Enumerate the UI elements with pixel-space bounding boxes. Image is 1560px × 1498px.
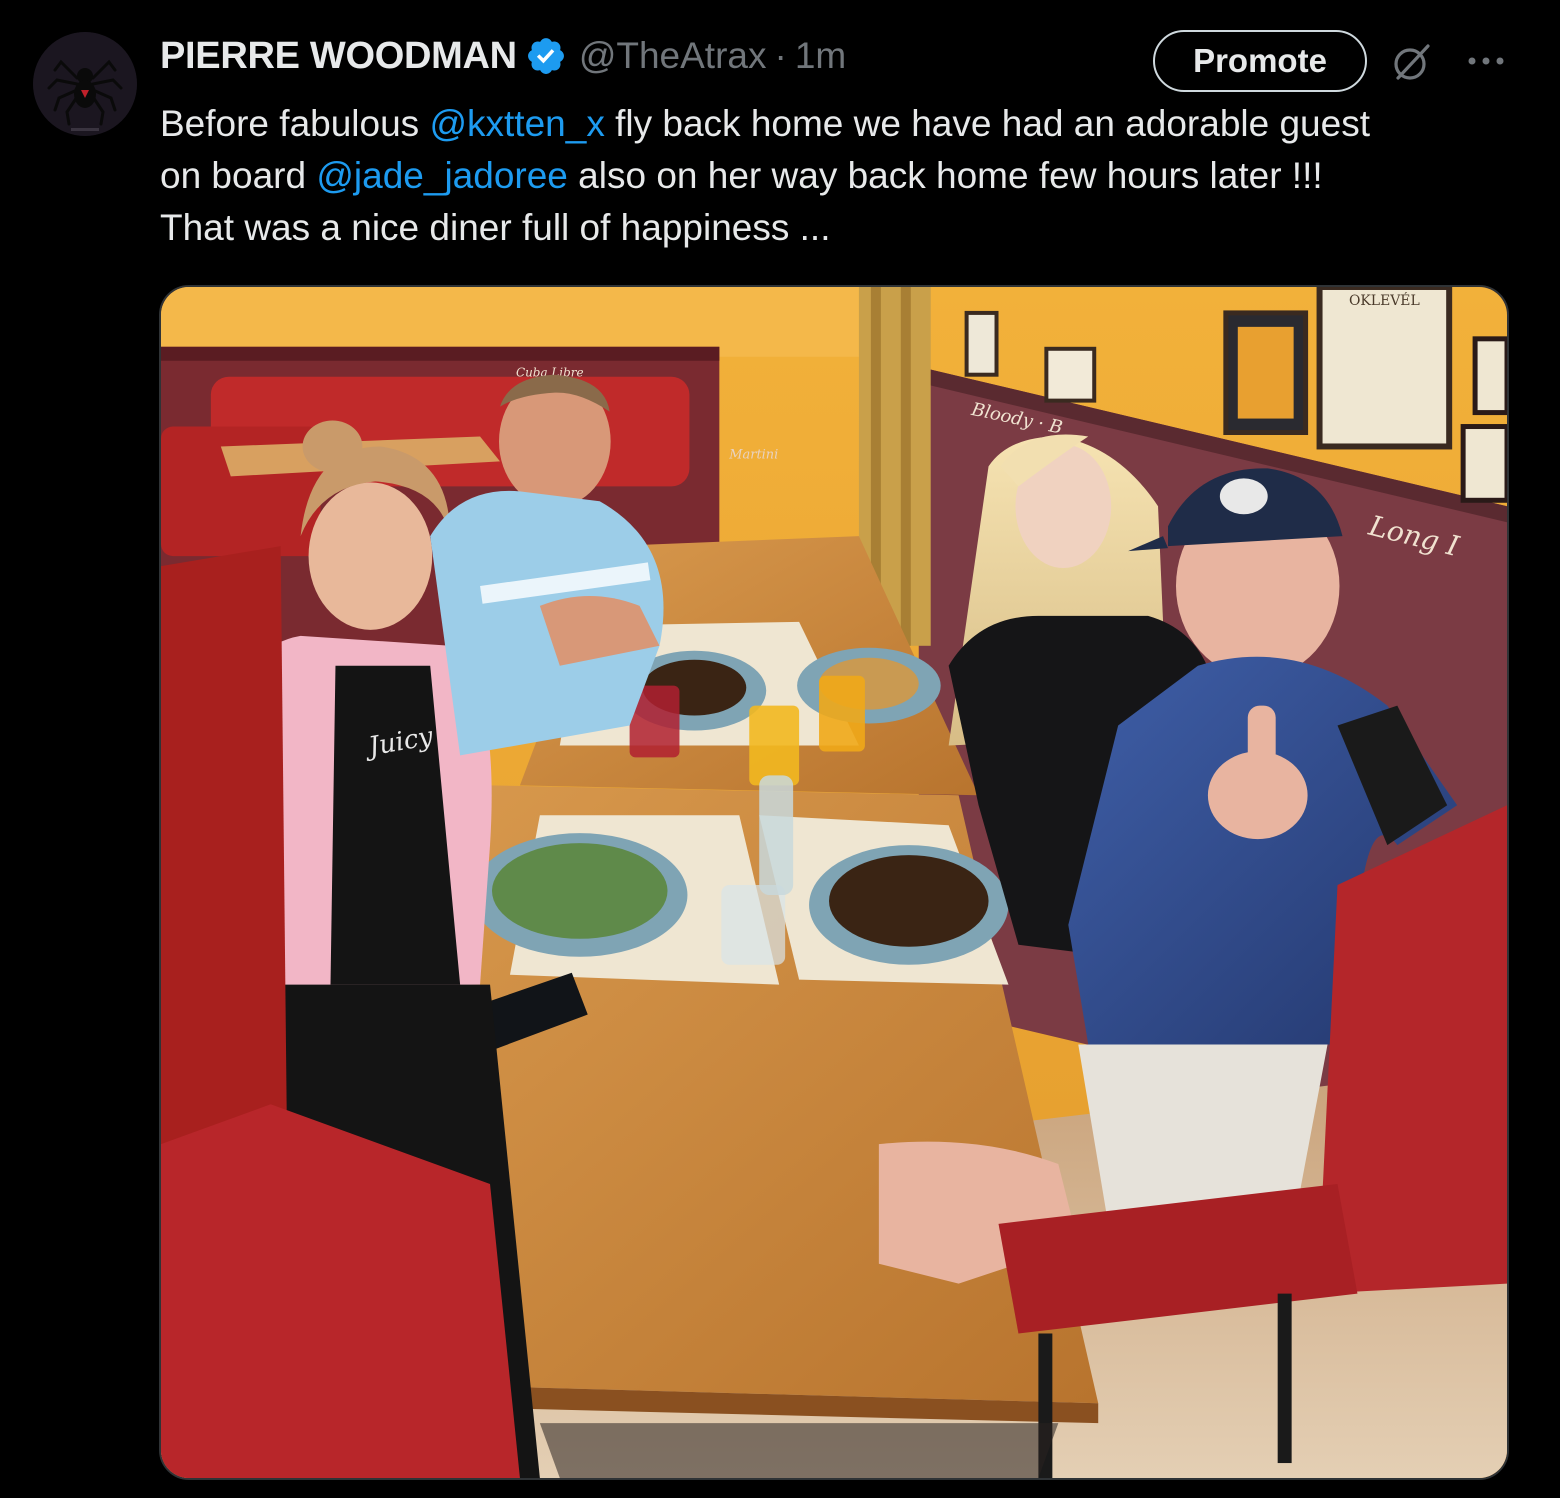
spider-icon	[33, 32, 137, 136]
tweet: PIERRE WOODMAN @TheAtrax · 1m Promote Be…	[0, 0, 1560, 1498]
text-segment: fly back home we have had an adorable gu…	[604, 103, 1370, 144]
mention-link[interactable]: @kxtten_x	[429, 103, 604, 144]
wall-script-martini: Martini	[728, 447, 778, 462]
author-handle[interactable]: @TheAtrax	[579, 35, 767, 77]
tweet-timestamp[interactable]: 1m	[795, 35, 846, 77]
diploma-text: OKLEVÉL	[1349, 291, 1420, 309]
tweet-text: Before fabulous @kxtten_x fly back home …	[160, 98, 1520, 254]
tweet-photo[interactable]: OKLEVÉL Bloody · B Long I Cuba Libre Mar…	[159, 285, 1509, 1480]
text-segment: Before fabulous	[160, 103, 430, 144]
tweet-text-line-2: on board @jade_jadoree also on her way b…	[160, 150, 1520, 202]
mention-link[interactable]: @jade_jadoree	[316, 155, 568, 196]
promote-button[interactable]: Promote	[1153, 30, 1367, 92]
tweet-text-line-1: Before fabulous @kxtten_x fly back home …	[160, 98, 1520, 150]
restaurant-photo: OKLEVÉL Bloody · B Long I Cuba Libre Mar…	[161, 287, 1507, 1478]
tweet-text-line-3: That was a nice diner full of happiness …	[160, 207, 831, 248]
more-icon[interactable]	[1464, 46, 1508, 76]
grok-icon[interactable]	[1390, 40, 1434, 84]
author-avatar[interactable]	[33, 32, 137, 136]
text-segment: on board	[160, 155, 317, 196]
tweet-header: PIERRE WOODMAN @TheAtrax · 1m	[160, 30, 846, 82]
text-segment: also on her way back home few hours late…	[567, 155, 1323, 196]
verified-badge-icon[interactable]	[525, 35, 567, 77]
author-display-name[interactable]: PIERRE WOODMAN	[160, 35, 517, 78]
separator-dot: ·	[774, 35, 787, 76]
